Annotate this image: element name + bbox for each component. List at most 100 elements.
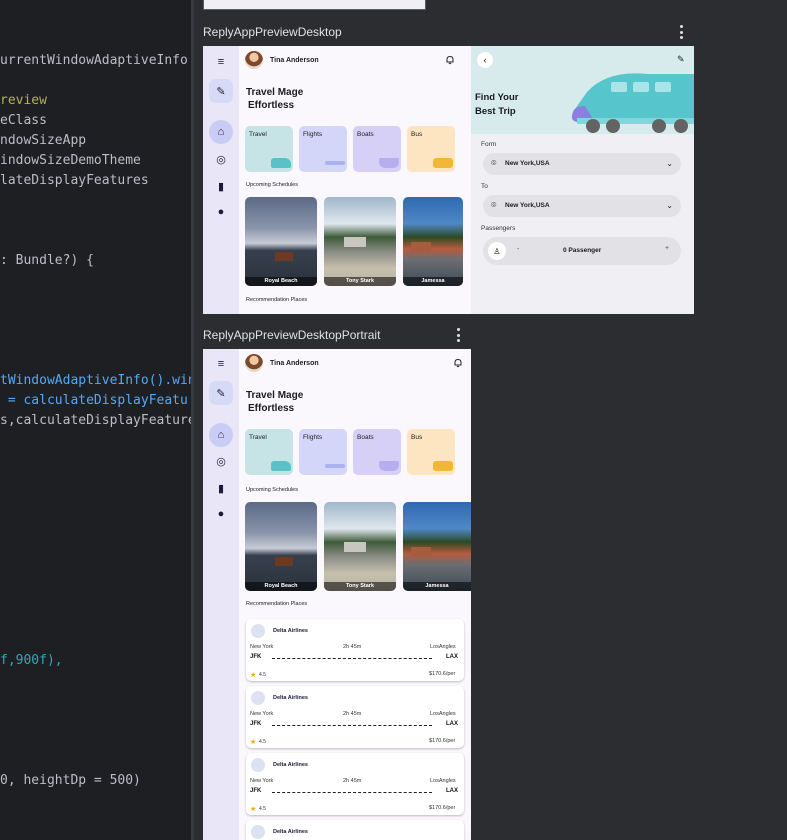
more-options-icon[interactable] xyxy=(676,25,686,39)
profile-icon[interactable]: ● xyxy=(211,202,231,222)
decrement-button[interactable]: - xyxy=(517,246,519,253)
house-shape xyxy=(344,542,366,552)
bookmark-icon[interactable]: ▮ xyxy=(211,176,231,196)
airline-logo-icon xyxy=(251,691,265,705)
boat-icon xyxy=(379,461,399,471)
category-label: Flights xyxy=(303,131,323,138)
category-travel[interactable]: Travel xyxy=(245,429,293,475)
bell-icon[interactable] xyxy=(445,55,455,65)
section-title: Upcoming Schedules xyxy=(246,487,298,493)
flight-card[interactable]: Delta Airlines New York 2h 45m LosAngles… xyxy=(246,686,464,748)
passengers-label: Passengers xyxy=(481,225,516,232)
place-caption: Royal Beach xyxy=(245,277,317,286)
passenger-count: 0 Passenger xyxy=(563,247,602,254)
airline-name: Delta Airlines xyxy=(273,829,308,835)
avatar[interactable] xyxy=(245,354,263,372)
place-card[interactable]: Jamessa xyxy=(403,197,463,286)
section-title: Recommendation Places xyxy=(246,601,308,607)
place-card[interactable]: Royal Beach xyxy=(245,502,317,591)
flight-card[interactable]: Delta Airlines New York 2h 45m LosAngles… xyxy=(246,753,464,815)
from-value: New York,USA xyxy=(505,160,550,167)
edit-fab-icon[interactable]: ✎ xyxy=(209,381,233,405)
preview-pane: ReplyAppPreviewDesktop ≡ ✎ ⌂ ◎ ▮ ● Tina … xyxy=(194,0,787,840)
to-city: LosAngles xyxy=(430,644,456,650)
code-line: lateDisplayFeatures xyxy=(0,173,149,188)
category-label: Flights xyxy=(303,434,323,441)
category-boats[interactable]: Boats xyxy=(353,429,401,475)
to-code: LAX xyxy=(446,788,458,794)
from-code: JFK xyxy=(250,654,262,660)
code-line: 0, heightDp = 500) xyxy=(0,773,141,788)
house-shape xyxy=(411,547,431,557)
bell-icon[interactable] xyxy=(453,358,463,368)
profile-icon[interactable]: ● xyxy=(211,504,231,524)
preview-title: ReplyAppPreviewDesktop xyxy=(203,25,342,39)
more-options-icon[interactable] xyxy=(453,328,463,342)
user-name: Tina Anderson xyxy=(270,360,319,367)
edit-icon[interactable]: ✎ xyxy=(677,54,685,65)
menu-icon[interactable]: ≡ xyxy=(211,52,231,72)
chevron-down-icon: ⌄ xyxy=(666,201,673,210)
category-boats[interactable]: Boats xyxy=(353,126,401,172)
flight-card[interactable]: Delta Airlines xyxy=(246,820,464,840)
list-edge xyxy=(239,309,471,314)
chevron-down-icon: ⌄ xyxy=(666,159,673,168)
house-shape xyxy=(275,252,293,261)
booking-title-1: Find Your xyxy=(475,92,519,103)
from-city: New York xyxy=(250,711,274,717)
bus-icon xyxy=(433,158,453,168)
booking-hero xyxy=(471,46,694,134)
place-card[interactable]: Jamessa xyxy=(403,502,471,591)
airline-name: Delta Airlines xyxy=(273,695,308,701)
explore-icon[interactable]: ◎ xyxy=(211,451,231,471)
section-title: Upcoming Schedules xyxy=(246,182,298,188)
headline-line-1: Travel Mage xyxy=(246,87,304,98)
from-city: New York xyxy=(250,644,274,650)
category-label: Boats xyxy=(357,131,374,138)
star-icon: ★ xyxy=(250,806,257,813)
place-caption: Jamessa xyxy=(403,277,463,286)
place-card[interactable]: Tony Stark xyxy=(324,502,396,591)
person-icon: ♙ xyxy=(488,242,506,260)
plane-icon xyxy=(325,464,345,468)
user-name: Tina Anderson xyxy=(270,57,319,64)
bookmark-icon[interactable]: ▮ xyxy=(211,478,231,498)
home-icon[interactable]: ⌂ xyxy=(209,120,233,144)
place-card[interactable]: Royal Beach xyxy=(245,197,317,286)
place-caption: Tony Stark xyxy=(324,277,396,286)
edit-fab-icon[interactable]: ✎ xyxy=(209,79,233,103)
rating: 4.5 xyxy=(259,672,266,678)
airline-name: Delta Airlines xyxy=(273,628,308,634)
explore-icon[interactable]: ◎ xyxy=(211,149,231,169)
from-field[interactable]: ⌾ New York,USA ⌄ xyxy=(483,153,681,175)
back-icon[interactable]: ‹ xyxy=(477,52,493,68)
category-flights[interactable]: Flights xyxy=(299,429,347,475)
home-icon[interactable]: ⌂ xyxy=(209,423,233,447)
flight-path xyxy=(272,792,432,793)
code-line: s,calculateDisplayFeature xyxy=(0,413,191,428)
from-label: Form xyxy=(481,141,497,148)
location-pin-icon: ⌾ xyxy=(491,158,497,168)
passenger-stepper[interactable]: ♙ - 0 Passenger + xyxy=(483,237,681,265)
flight-card[interactable]: Delta Airlines New York 2h 45m LosAngles… xyxy=(246,619,464,681)
code-line: f,900f), xyxy=(0,653,63,668)
flight-duration: 2h 45m xyxy=(343,644,362,650)
increment-button[interactable]: + xyxy=(665,245,669,252)
category-flights[interactable]: Flights xyxy=(299,126,347,172)
category-label: Bus xyxy=(411,434,423,441)
airline-logo-icon xyxy=(251,825,265,839)
code-editor[interactable]: urrentWindowAdaptiveInfo review eClass n… xyxy=(0,0,191,840)
to-field[interactable]: ⌾ New York,USA ⌄ xyxy=(483,195,681,217)
category-travel[interactable]: Travel xyxy=(245,126,293,172)
booking-title-2: Best Trip xyxy=(475,106,516,117)
place-card[interactable]: Tony Stark xyxy=(324,197,396,286)
train-icon xyxy=(271,158,291,168)
menu-icon[interactable]: ≡ xyxy=(211,354,231,374)
avatar[interactable] xyxy=(245,51,263,69)
previous-preview-frame xyxy=(203,0,426,10)
price: $170.6/per xyxy=(429,738,456,744)
category-bus[interactable]: Bus xyxy=(407,126,455,172)
navigation-rail: ≡ ✎ ⌂ ◎ ▮ ● xyxy=(203,349,239,840)
category-bus[interactable]: Bus xyxy=(407,429,455,475)
booking-panel: ‹ ✎ Find Your Best Trip Form ⌾ New York,U… xyxy=(471,46,694,314)
